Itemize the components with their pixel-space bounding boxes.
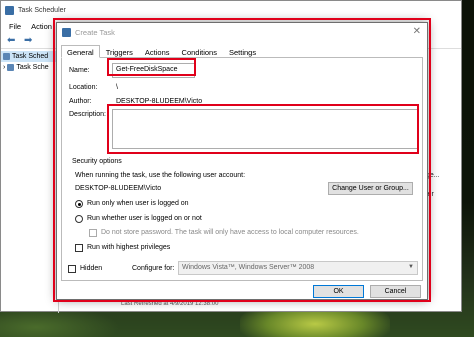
navigation-tree: Task Sched › Task Sche — [1, 51, 59, 313]
actions-pane-text-2[interactable]: ler — [426, 185, 440, 204]
description-field[interactable] — [112, 109, 418, 149]
actions-pane: ge... ler — [426, 166, 440, 204]
configure-for-select[interactable]: Windows Vista™, Windows Server™ 2008 ▼ — [178, 261, 418, 275]
security-prompt: When running the task, use the following… — [75, 172, 246, 179]
name-label: Name: — [69, 67, 90, 74]
radio-run-logged-on[interactable] — [75, 200, 83, 208]
no-store-password-checkbox[interactable] — [89, 229, 97, 237]
name-field[interactable]: Get-FreeDiskSpace — [112, 63, 195, 78]
location-value: \ — [116, 84, 118, 91]
tree-item-task-scheduler[interactable]: Task Sched — [1, 51, 58, 62]
forward-arrow-icon[interactable]: ➡ — [24, 35, 36, 46]
configure-for-label: Configure for: — [132, 265, 175, 272]
dialog-title: Create Task — [75, 28, 115, 37]
user-account-value: DESKTOP-8LUDEEM\Victo — [75, 185, 162, 192]
task-scheduler-titlebar: Task Scheduler — [1, 1, 461, 19]
change-user-button[interactable]: Change User or Group... — [328, 182, 413, 195]
tab-general[interactable]: General — [61, 45, 100, 58]
highest-privileges-checkbox[interactable] — [75, 244, 83, 252]
radio-run-whether-label[interactable]: Run whether user is logged on or not — [87, 215, 202, 222]
dialog-titlebar: Create Task — [57, 23, 427, 42]
location-label: Location: — [69, 84, 98, 91]
hidden-label[interactable]: Hidden — [80, 265, 102, 272]
task-scheduler-title: Task Scheduler — [18, 6, 66, 14]
last-refreshed-text: Last Refreshed at 4/9/2019 12:38:00 — [121, 301, 219, 307]
radio-run-logged-on-label[interactable]: Run only when user is logged on — [87, 200, 189, 207]
task-icon — [62, 28, 71, 37]
description-label: Description: — [69, 111, 106, 118]
chevron-right-icon[interactable]: › — [3, 64, 5, 71]
tree-item-label: Task Sched — [12, 53, 49, 60]
actions-pane-text-1[interactable]: ge... — [426, 166, 440, 185]
security-options-heading: Security options — [72, 158, 122, 165]
cancel-button[interactable]: Cancel — [370, 285, 421, 298]
radio-run-whether[interactable] — [75, 215, 83, 223]
general-panel: Name: Get-FreeDiskSpace Location: \ Auth… — [61, 57, 423, 281]
create-task-dialog: Create Task ✕ General Triggers Actions C… — [56, 22, 428, 300]
author-value: DESKTOP-8LUDEEM\Victo — [116, 98, 203, 105]
highest-privileges-label[interactable]: Run with highest privileges — [87, 244, 170, 251]
folder-icon — [7, 64, 15, 71]
tree-item-task-scheduler-library[interactable]: › Task Sche — [1, 62, 58, 73]
ok-button[interactable]: OK — [313, 285, 364, 298]
menu-file[interactable]: File — [9, 22, 21, 31]
task-scheduler-icon — [5, 5, 14, 15]
configure-for-value: Windows Vista™, Windows Server™ 2008 — [182, 264, 315, 271]
clock-icon — [3, 53, 10, 60]
chevron-down-icon: ▼ — [408, 264, 414, 270]
close-icon[interactable]: ✕ — [413, 26, 421, 37]
menu-action[interactable]: Action — [31, 22, 52, 31]
author-label: Author: — [69, 98, 92, 105]
hidden-checkbox[interactable] — [68, 265, 76, 273]
tree-item-label: Task Sche — [16, 64, 49, 71]
no-store-password-label: Do not store password. The task will onl… — [101, 229, 359, 236]
back-arrow-icon[interactable]: ⬅ — [7, 35, 19, 46]
